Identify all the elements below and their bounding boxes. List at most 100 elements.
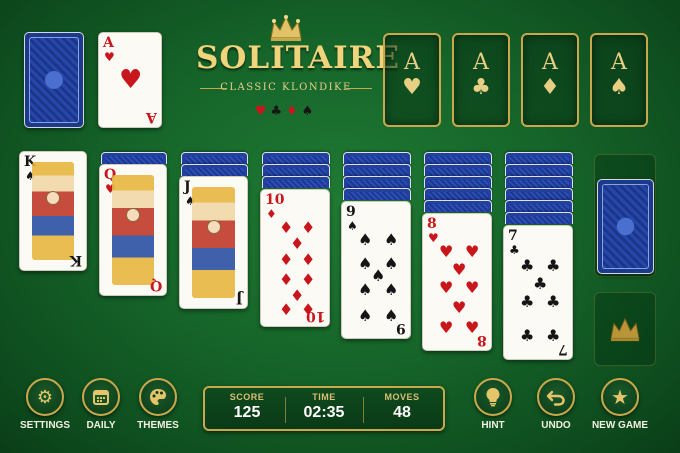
new-game-label: NEW GAME xyxy=(591,420,649,431)
score-value: 125 xyxy=(233,404,261,421)
undo-icon xyxy=(546,390,565,406)
moves-value: 48 xyxy=(393,404,411,421)
score-label: SCORE xyxy=(229,392,265,402)
club-pip: ♣ xyxy=(520,256,535,275)
queen-portrait xyxy=(112,175,154,285)
tableau-card-jack[interactable]: J ♠ J xyxy=(179,176,248,309)
card-suit-small: ♥ xyxy=(104,50,115,64)
club-icon: ♣ xyxy=(471,75,491,100)
face-down-card xyxy=(424,200,492,212)
card-rank: 8 xyxy=(427,216,437,232)
crown-icon xyxy=(270,15,302,41)
new-game-button[interactable]: ★ xyxy=(601,378,639,416)
spade-pip: ♠ xyxy=(358,306,373,325)
diamond-pip: ♦ xyxy=(279,300,294,319)
foundation-diamonds[interactable]: A ♦ xyxy=(521,33,579,127)
card-suit-small: ♥ xyxy=(428,231,439,245)
foundation-clubs[interactable]: A ♣ xyxy=(452,33,510,127)
card-suit-center: ♥ xyxy=(119,65,143,95)
stats-panel: SCORE 125 TIME 02:35 MOVES 48 xyxy=(203,386,445,431)
face-down-card xyxy=(101,152,167,164)
waste-card[interactable]: A ♥ ♥ A xyxy=(98,32,162,128)
card-rank: 7 xyxy=(508,228,518,244)
face-down-card xyxy=(181,152,248,164)
calendar-icon xyxy=(93,390,109,405)
foundation-rank: A xyxy=(404,50,420,75)
time-stat: TIME 02:35 xyxy=(285,392,363,422)
face-down-card xyxy=(343,176,411,188)
tableau-card-king[interactable]: K ♠ K xyxy=(19,151,87,271)
club-icon: ♣ xyxy=(270,104,286,119)
palette-icon xyxy=(150,389,166,405)
card-suit-small: ♣ xyxy=(509,243,520,257)
card-rank-corner: J xyxy=(236,290,243,306)
court-face xyxy=(46,191,60,206)
face-down-card xyxy=(505,200,573,212)
club-pip: ♣ xyxy=(533,274,548,293)
tableau-card-queen[interactable]: Q ♥ Q xyxy=(99,164,167,296)
time-value: 02:35 xyxy=(303,404,345,421)
diamond-pip: ♦ xyxy=(301,250,316,269)
spade-icon: ♠ xyxy=(301,104,318,119)
face-down-card xyxy=(505,176,573,188)
tableau-card-nine[interactable]: 9 ♠ ♠ ♠ ♠ ♠ ♠ ♠ ♠ ♠ ♠ 9 xyxy=(341,201,411,339)
heart-pip: ♥ xyxy=(452,298,467,317)
hint-button[interactable] xyxy=(474,378,512,416)
moves-stat: MOVES 48 xyxy=(363,392,441,422)
moves-label: MOVES xyxy=(384,392,420,402)
card-rank-corner: A xyxy=(146,109,157,125)
star-icon: ★ xyxy=(611,385,629,409)
themes-button[interactable] xyxy=(139,378,177,416)
draw-card[interactable] xyxy=(597,179,654,274)
face-down-card xyxy=(262,176,330,188)
tableau-card-seven[interactable]: 7 ♣ ♣ ♣ ♣ ♣ ♣ ♣ ♣ 7 xyxy=(503,225,573,360)
court-face xyxy=(126,208,140,222)
foundation-hearts[interactable]: A ♥ xyxy=(383,33,441,127)
face-down-card xyxy=(505,188,573,200)
card-rank-corner: 9 xyxy=(396,320,406,336)
club-pip: ♣ xyxy=(546,256,561,275)
card-rank: 9 xyxy=(346,204,356,220)
card-rank-corner: Q xyxy=(149,277,162,293)
spade-pip: ♠ xyxy=(358,280,373,299)
score-stat: SCORE 125 xyxy=(208,392,286,422)
subtitle-rule-right xyxy=(346,88,372,89)
club-pip: ♣ xyxy=(520,326,535,345)
tableau-card-eight[interactable]: 8 ♥ ♥ ♥ ♥ ♥ ♥ ♥ ♥ ♥ 8 xyxy=(422,213,492,351)
card-rank-corner: 7 xyxy=(558,341,568,357)
heart-pip: ♥ xyxy=(439,242,454,261)
card-suit-small: ♦ xyxy=(266,207,277,221)
heart-pip: ♥ xyxy=(439,318,454,337)
themes-label: THEMES xyxy=(137,420,179,431)
spade-pip: ♠ xyxy=(384,254,399,273)
settings-button[interactable]: ⚙ xyxy=(26,378,64,416)
heart-icon: ♥ xyxy=(254,104,271,119)
card-rank-corner: 8 xyxy=(477,332,487,348)
spade-pip: ♠ xyxy=(358,230,373,249)
undo-button[interactable] xyxy=(537,378,575,416)
card-rank-corner: K xyxy=(69,252,82,268)
tableau-card-ten[interactable]: 10 ♦ ♦ ♦ ♦ ♦ ♦ ♦ ♦ ♦ ♦ ♦ 10 xyxy=(260,189,330,327)
face-down-card xyxy=(343,188,411,200)
face-down-card xyxy=(505,152,573,164)
spade-pip: ♠ xyxy=(384,280,399,299)
face-down-card xyxy=(505,212,573,224)
court-face xyxy=(206,220,221,235)
gear-icon: ⚙ xyxy=(36,386,54,408)
foundation-rank: A xyxy=(542,50,558,75)
daily-button[interactable] xyxy=(82,378,120,416)
lightbulb-icon xyxy=(486,388,500,407)
title-suit-row: ♥♣♦♠ xyxy=(246,104,326,119)
foundation-spades[interactable]: A ♠ xyxy=(590,33,648,127)
face-down-card xyxy=(424,188,492,200)
stock-pile[interactable] xyxy=(24,32,84,128)
face-down-card xyxy=(424,176,492,188)
club-pip: ♣ xyxy=(546,292,561,311)
heart-pip: ♥ xyxy=(465,242,480,261)
spade-icon: ♠ xyxy=(609,75,629,100)
club-pip: ♣ xyxy=(520,292,535,311)
face-down-card xyxy=(505,164,573,176)
jack-portrait xyxy=(192,187,235,298)
king-portrait xyxy=(32,162,74,260)
card-rank: 10 xyxy=(265,192,285,208)
